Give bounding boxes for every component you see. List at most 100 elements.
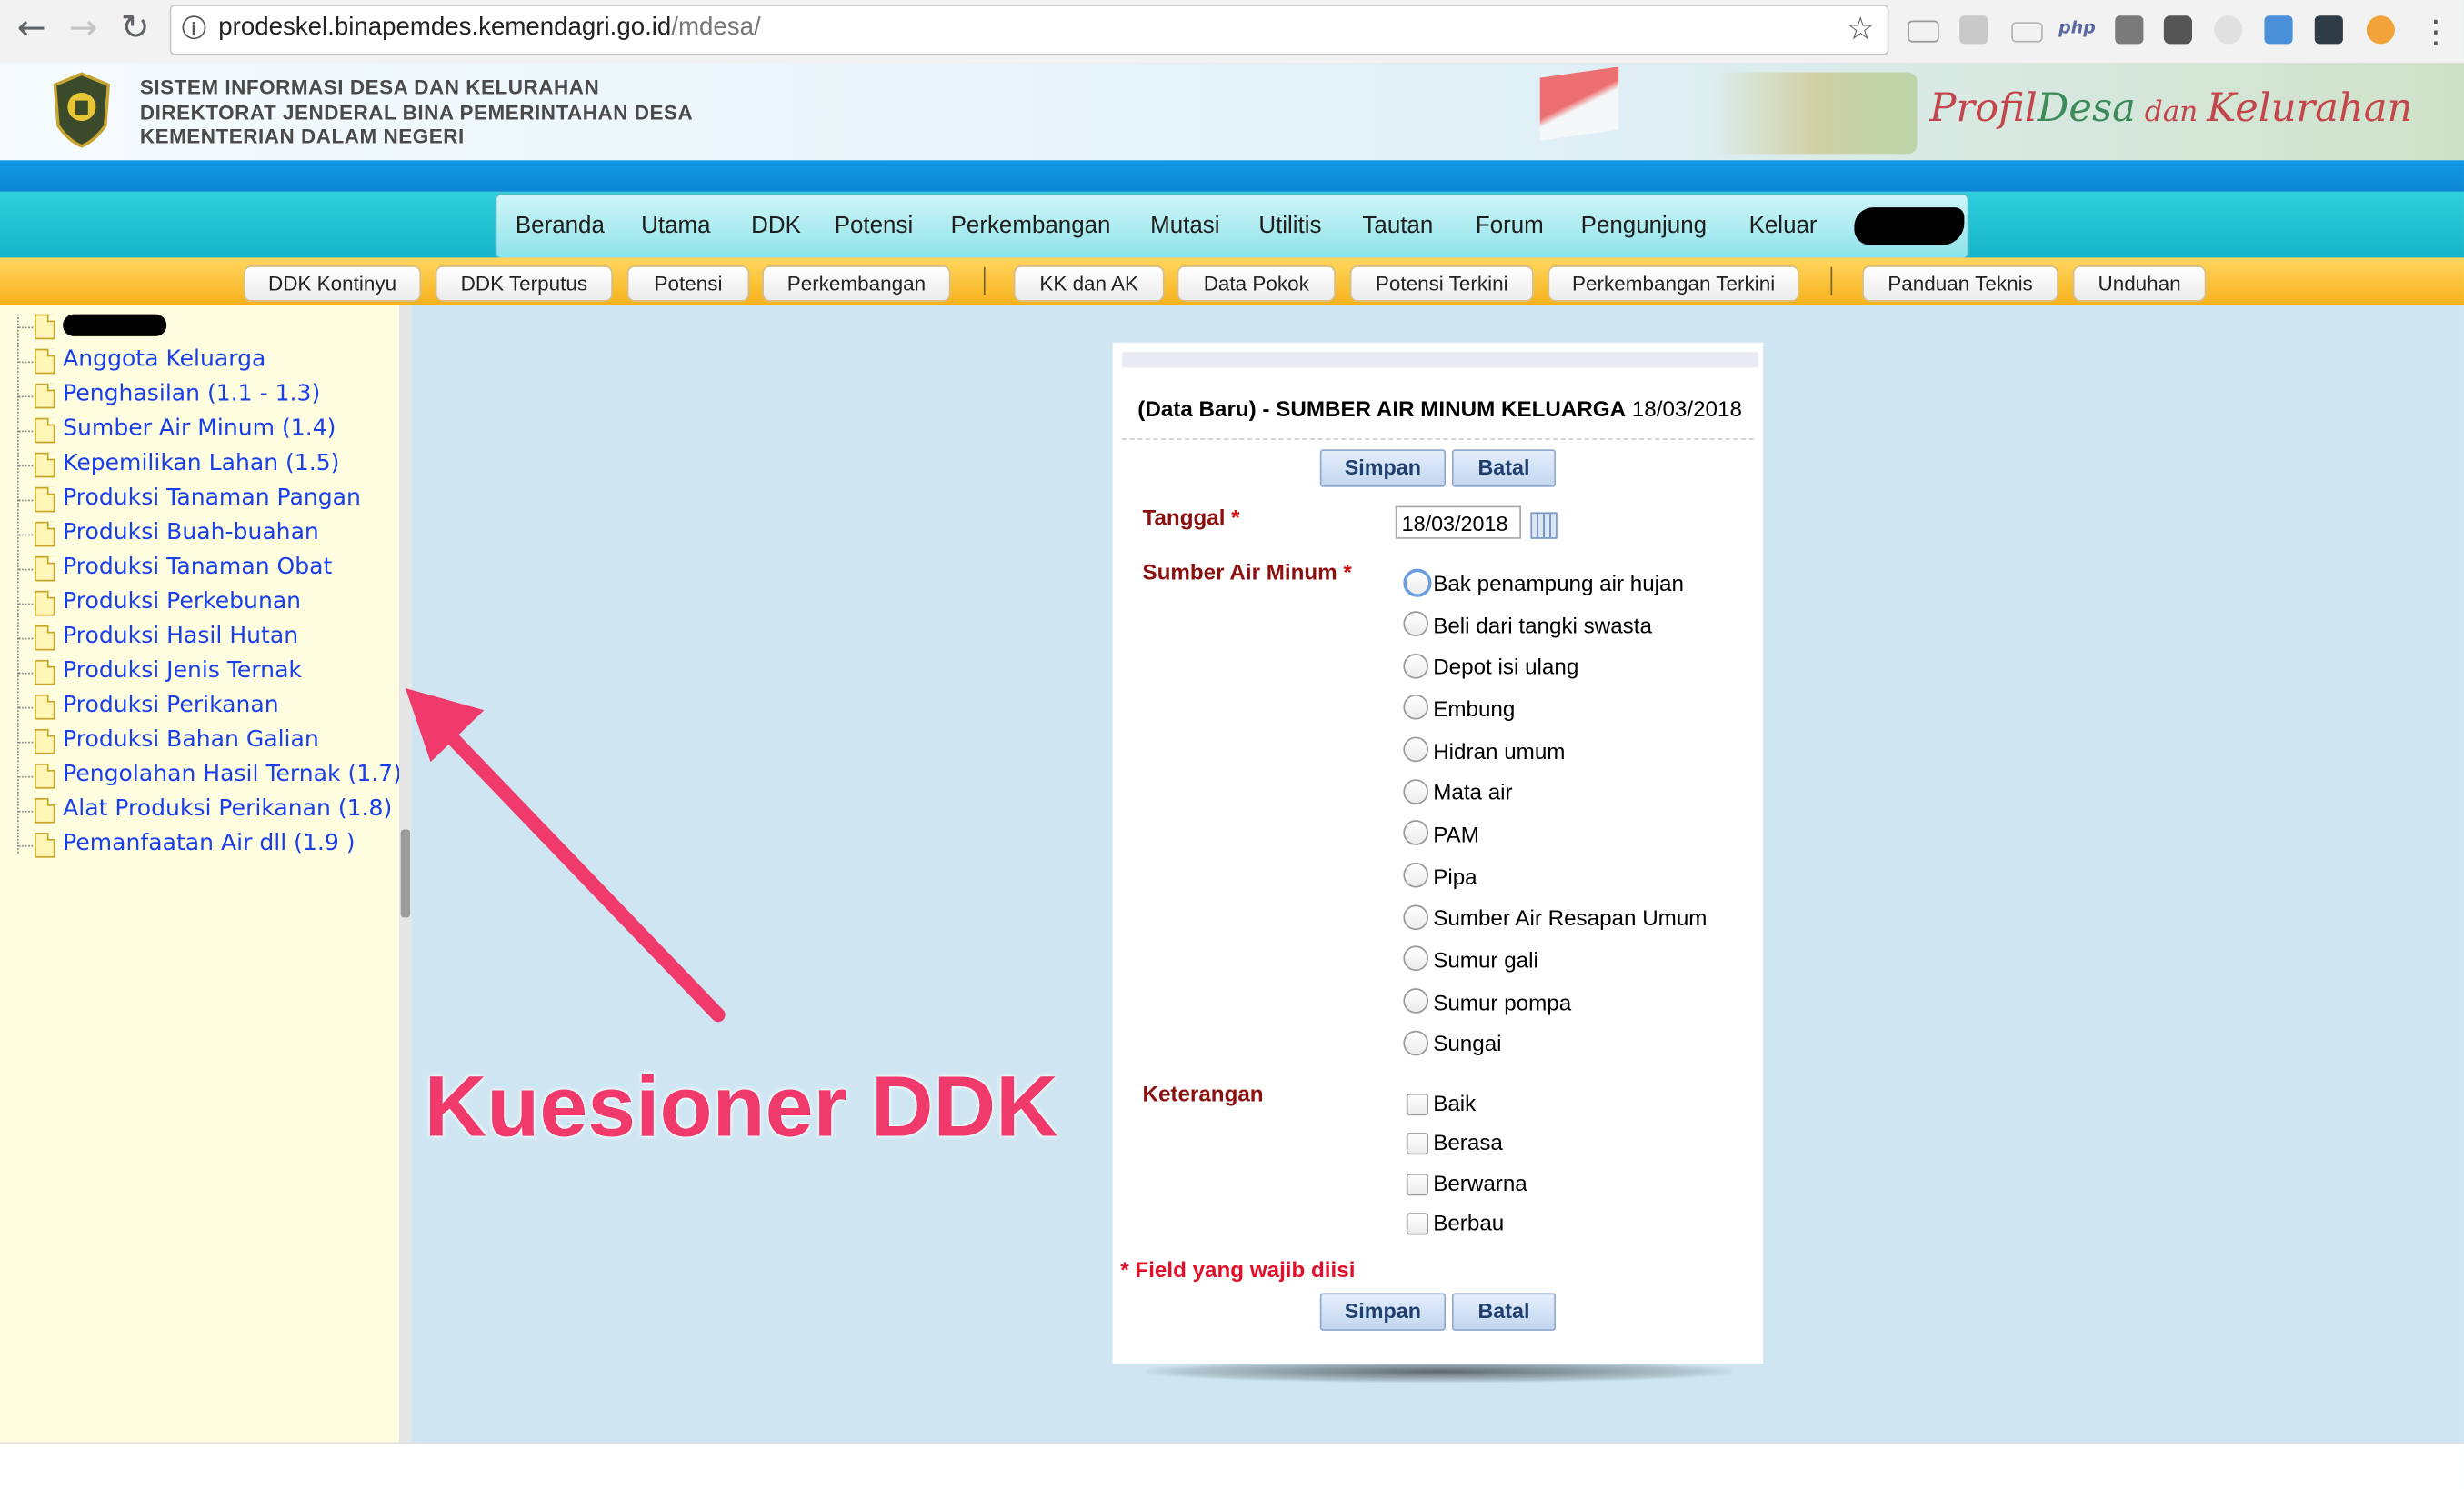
tree-item-produksi-perkebunan[interactable]: Produksi Perkebunan xyxy=(0,586,399,621)
back-icon[interactable]: ← xyxy=(13,12,50,50)
menu-keluar[interactable]: Keluar xyxy=(1749,212,1818,238)
submenu-perkembangan[interactable]: Perkembangan xyxy=(762,265,951,302)
radio-sumur-pompa[interactable] xyxy=(1403,988,1429,1014)
menu-ddk[interactable]: DDK xyxy=(751,212,801,238)
document-icon xyxy=(35,452,55,478)
tree-item-produksi-tanaman-pangan[interactable]: Produksi Tanaman Pangan xyxy=(0,483,399,517)
checkbox-berwarna[interactable] xyxy=(1406,1174,1429,1196)
reload-icon[interactable]: ↻ xyxy=(116,12,154,50)
radio-beli-dari-tangki-swasta[interactable] xyxy=(1403,611,1429,636)
tree-item-sumber-air-minum[interactable]: Sumber Air Minum (1.4) xyxy=(0,414,399,448)
url-text: prodeskel.binapemdes.kemendagri.go.id/md… xyxy=(218,14,761,41)
cancel-button-top[interactable]: Batal xyxy=(1451,449,1557,487)
radio-hidran-umum[interactable] xyxy=(1403,736,1429,763)
puzzle-extension-icon[interactable] xyxy=(2115,15,2144,45)
flag-graphic xyxy=(1539,66,1619,141)
radio-sumur-gali[interactable] xyxy=(1403,945,1429,972)
checkbox-baik[interactable] xyxy=(1406,1093,1429,1116)
document-icon xyxy=(35,486,55,513)
menu-forum[interactable]: Forum xyxy=(1476,212,1544,238)
document-icon xyxy=(35,521,55,547)
php-extension-icon[interactable]: php xyxy=(2058,17,2096,37)
radio-pam[interactable] xyxy=(1403,820,1429,845)
b-extension-icon[interactable] xyxy=(2366,15,2395,45)
tree-item-pemanfaatan-air[interactable]: Pemanfaatan Air dll (1.9 ) xyxy=(0,828,399,863)
submenu-data-pokok[interactable]: Data Pokok xyxy=(1177,265,1337,302)
submenu-potensi-terkini[interactable]: Potensi Terkini xyxy=(1349,265,1534,302)
tree-item-produksi-perikanan[interactable]: Produksi Perikanan xyxy=(0,690,399,725)
address-bar[interactable]: i prodeskel.binapemdes.kemendagri.go.id/… xyxy=(169,5,1889,55)
tree-item-produksi-bahan-galian[interactable]: Produksi Bahan Galian xyxy=(0,725,399,759)
sidebar-tree: Anggota Keluarga Penghasilan (1.1 - 1.3)… xyxy=(0,305,402,1443)
menu-potensi[interactable]: Potensi xyxy=(835,212,913,238)
tree-item-penghasilan[interactable]: Penghasilan (1.1 - 1.3) xyxy=(0,379,399,414)
menu-beranda[interactable]: Beranda xyxy=(516,212,605,238)
option-label: Sumur pompa xyxy=(1433,989,1572,1015)
annotation-label: Kuesioner DDK xyxy=(424,1057,1058,1155)
bulb-extension-icon[interactable] xyxy=(2163,15,2192,45)
submenu-separator xyxy=(983,266,986,295)
checkbox-berbau[interactable] xyxy=(1406,1213,1429,1235)
menu-mutasi[interactable]: Mutasi xyxy=(1150,212,1219,238)
mail-extension-icon[interactable] xyxy=(1908,20,1939,43)
radio-pipa[interactable] xyxy=(1403,862,1429,888)
tree-item-redacted[interactable] xyxy=(0,309,399,344)
tree-item-pengolahan-hasil-ternak[interactable]: Pengolahan Hasil Ternak (1.7) xyxy=(0,759,402,794)
radio-mata-air[interactable] xyxy=(1403,779,1429,804)
submenu-potensi[interactable]: Potensi xyxy=(626,265,750,302)
tree-item-produksi-buah-buahan[interactable]: Produksi Buah-buahan xyxy=(0,517,399,552)
form-divider xyxy=(1122,438,1754,440)
checkbox-berasa[interactable] xyxy=(1406,1133,1429,1155)
submenu-ddk-kontinyu[interactable]: DDK Kontinyu xyxy=(243,265,422,302)
document-icon xyxy=(35,763,55,789)
submenu-panduan-teknis[interactable]: Panduan Teknis xyxy=(1862,265,2059,302)
chart-extension-icon[interactable] xyxy=(2264,15,2293,45)
tanggal-input[interactable]: 18/03/2018 xyxy=(1395,505,1521,539)
tree-item-produksi-tanaman-obat[interactable]: Produksi Tanaman Obat xyxy=(0,552,399,586)
document-icon xyxy=(35,728,55,754)
cancel-button-bottom[interactable]: Batal xyxy=(1451,1293,1557,1331)
cloud-extension-icon[interactable] xyxy=(2214,15,2243,45)
sumber-air-minum-label: Sumber Air Minum * xyxy=(1142,559,1352,585)
menu-pengunjung[interactable]: Pengunjung xyxy=(1581,212,1707,238)
menu-utilitis[interactable]: Utilitis xyxy=(1258,212,1321,238)
window-extension-icon[interactable] xyxy=(2011,22,2043,43)
menu-kebab-icon[interactable]: ⋮ xyxy=(2420,13,2452,50)
menu-tautan[interactable]: Tautan xyxy=(1362,212,1433,238)
radio-sungai[interactable] xyxy=(1403,1030,1429,1056)
forward-icon[interactable]: → xyxy=(65,12,102,50)
calendar-icon[interactable] xyxy=(1530,512,1558,539)
save-button-top[interactable]: Simpan xyxy=(1319,449,1447,487)
radio-sumber-air-resapan-umum[interactable] xyxy=(1403,904,1429,931)
sync-extension-icon[interactable] xyxy=(2314,15,2343,45)
layout-extension-icon[interactable] xyxy=(1959,15,1988,45)
radio-depot-isi-ulang[interactable] xyxy=(1403,653,1429,679)
menu-perkembangan[interactable]: Perkembangan xyxy=(951,212,1111,238)
tree-item-produksi-jenis-ternak[interactable]: Produksi Jenis Ternak xyxy=(0,655,399,690)
main-menu: Beranda Utama DDK Potensi Perkembangan M… xyxy=(495,193,1969,260)
tree-item-alat-produksi-perikanan[interactable]: Alat Produksi Perikanan (1.8) xyxy=(0,794,399,828)
document-icon xyxy=(35,694,55,720)
option-label: Hidran umum xyxy=(1433,738,1566,764)
submenu-ddk-terputus[interactable]: DDK Terputus xyxy=(435,265,614,302)
bookmark-star-icon[interactable]: ☆ xyxy=(1847,9,1875,46)
save-button-bottom[interactable]: Simpan xyxy=(1319,1293,1447,1331)
submenu-perkembangan-terkini[interactable]: Perkembangan Terkini xyxy=(1548,265,1799,302)
option-label: Sumber Air Resapan Umum xyxy=(1433,904,1708,931)
tree-item-kepemilikan-lahan[interactable]: Kepemilikan Lahan (1.5) xyxy=(0,448,399,483)
option-label: Depot isi ulang xyxy=(1433,653,1579,679)
document-icon xyxy=(35,590,55,616)
info-icon[interactable]: i xyxy=(182,15,206,40)
option-label: Embung xyxy=(1433,695,1516,722)
submenu-kk-dan-ak[interactable]: KK dan AK xyxy=(1013,265,1165,302)
document-icon xyxy=(35,555,55,582)
radio-bak-penampung-air-hujan[interactable] xyxy=(1403,568,1432,597)
document-icon xyxy=(35,417,55,444)
browser-toolbar: ← → ↻ i prodeskel.binapemdes.kemendagri.… xyxy=(0,0,2464,65)
tree-item-produksi-hasil-hutan[interactable]: Produksi Hasil Hutan xyxy=(0,621,399,655)
submenu-unduhan[interactable]: Unduhan xyxy=(2072,265,2207,302)
tree-item-anggota-keluarga[interactable]: Anggota Keluarga xyxy=(0,344,399,378)
menu-utama[interactable]: Utama xyxy=(641,212,710,238)
radio-embung[interactable] xyxy=(1403,694,1429,720)
redacted-tree-label xyxy=(63,314,167,336)
